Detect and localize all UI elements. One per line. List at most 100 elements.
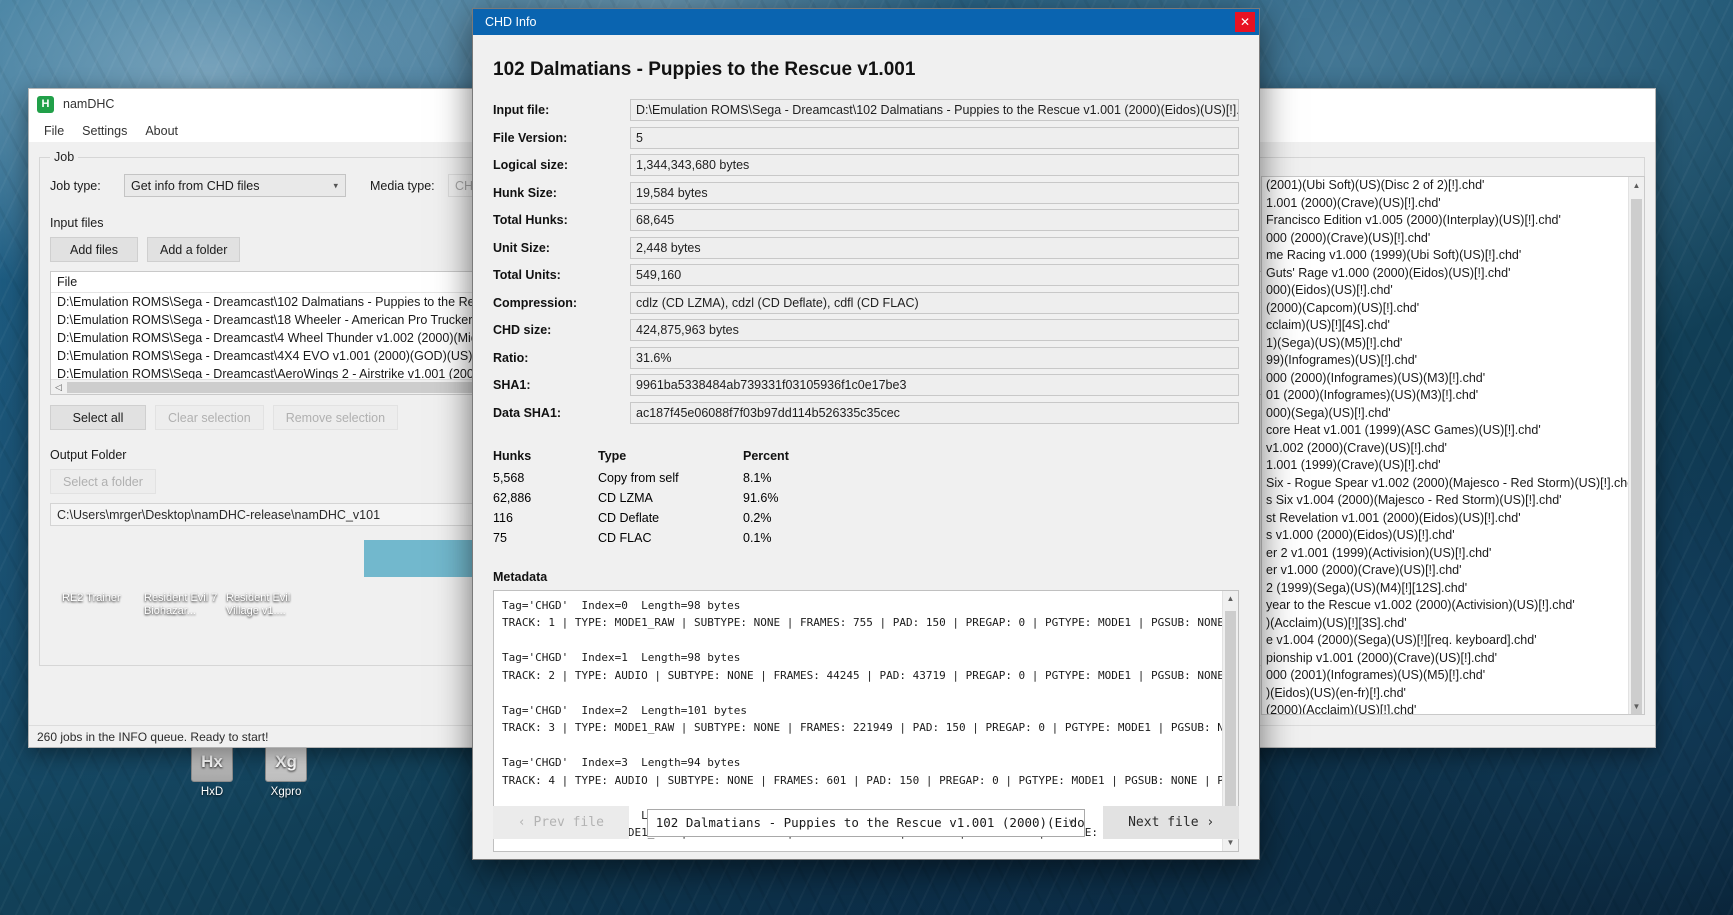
field-value[interactable]: cdlz (CD LZMA), cdzl (CD Deflate), cdfl … xyxy=(630,291,1239,314)
list-item[interactable]: 000)(Eidos)(US)[!].chd' xyxy=(1262,282,1644,300)
clear-selection-button[interactable]: Clear selection xyxy=(155,405,264,430)
list-item[interactable]: (2000)(Capcom)(US)[!].chd' xyxy=(1262,300,1644,318)
field-total-units: Total Units: 549,160 xyxy=(493,264,1239,286)
running-app-item[interactable]: RE2 Trainer xyxy=(62,592,138,618)
chd-info-title: CHD Info xyxy=(485,15,537,29)
field-input-file: Input file: D:\Emulation ROMS\Sega - Dre… xyxy=(493,99,1239,121)
list-item[interactable]: 1.001 (1999)(Crave)(US)[!].chd' xyxy=(1262,457,1644,475)
job-group-legend: Job xyxy=(54,150,75,164)
list-item[interactable]: 2 (1999)(Sega)(US)(M4)[!][12S].chd' xyxy=(1262,580,1644,598)
list-item[interactable]: )(Acclaim)(US)[!][3S].chd' xyxy=(1262,615,1644,633)
field-label: Input file: xyxy=(493,103,550,117)
list-item[interactable]: year to the Rescue v1.002 (2000)(Activis… xyxy=(1262,597,1644,615)
field-value[interactable]: 19,584 bytes xyxy=(630,181,1239,204)
scrollbar-thumb[interactable] xyxy=(67,381,487,393)
column-header-type: Type xyxy=(598,448,627,463)
scrollbar-thumb[interactable] xyxy=(1225,610,1236,811)
scroll-left-icon[interactable]: ◁ xyxy=(51,382,66,393)
menu-settings[interactable]: Settings xyxy=(73,122,136,140)
select-folder-button[interactable]: Select a folder xyxy=(50,469,156,494)
namdhc-app-icon: H xyxy=(37,95,54,113)
chd-info-titlebar[interactable]: CHD Info ✕ xyxy=(473,9,1259,35)
field-value[interactable]: 1,344,343,680 bytes xyxy=(630,154,1239,176)
next-file-button[interactable]: Next file › xyxy=(1103,806,1239,839)
list-item[interactable]: core Heat v1.001 (1999)(ASC Games)(US)[!… xyxy=(1262,422,1644,440)
scroll-up-icon[interactable]: ▲ xyxy=(1629,177,1644,193)
field-sha1: SHA1: 9961ba5338484ab739331f03105936f1c0… xyxy=(493,374,1239,396)
list-item[interactable]: 000 (2000)(Infogrames)(US)(M3)[!].chd' xyxy=(1262,370,1644,388)
job-type-label: Job type: xyxy=(50,178,101,193)
list-item[interactable]: pionship v1.001 (2000)(Crave)(US)[!].chd… xyxy=(1262,650,1644,668)
scrollbar-thumb[interactable] xyxy=(1631,199,1642,714)
table-row: 62,886 CD LZMA 91.6% xyxy=(493,488,1239,508)
list-item[interactable]: 000 (2001)(Infogrames)(US)(M5)[!].chd' xyxy=(1262,667,1644,685)
running-app-item[interactable]: Resident Evil Village v1.... xyxy=(226,592,308,618)
field-value[interactable]: 9961ba5338484ab739331f03105936f1c0e17be3 xyxy=(630,374,1239,396)
file-selector-value: 102 Dalmatians - Puppies to the Rescue v… xyxy=(655,815,1086,830)
field-value[interactable]: 424,875,963 bytes xyxy=(630,319,1239,341)
cell-hunks: 5,568 xyxy=(493,470,525,485)
add-files-button[interactable]: Add files xyxy=(50,237,138,262)
desktop-icon-xgpro[interactable]: Xg Xgpro xyxy=(240,740,332,799)
list-item[interactable]: 01 (2000)(Infogrames)(US)(M3)[!].chd' xyxy=(1262,387,1644,405)
chevron-down-icon: ∨ xyxy=(1068,817,1075,828)
list-item[interactable]: (2001)(Ubi Soft)(US)(Disc 2 of 2)[!].chd… xyxy=(1262,177,1644,195)
list-item[interactable]: er 2 v1.001 (1999)(Activision)(US)[!].ch… xyxy=(1262,545,1644,563)
list-item[interactable]: 000 (2000)(Crave)(US)[!].chd' xyxy=(1262,230,1644,248)
list-item[interactable]: Six - Rogue Spear v1.002 (2000)(Majesco … xyxy=(1262,475,1644,493)
list-item[interactable]: )(Eidos)(US)(en-fr)[!].chd' xyxy=(1262,685,1644,703)
list-item[interactable]: s v1.000 (2000)(Eidos)(US)[!].chd' xyxy=(1262,527,1644,545)
log-vertical-scrollbar[interactable]: ▲ ▼ xyxy=(1628,177,1644,714)
list-item[interactable]: 99)(Infogrames)(US)[!].chd' xyxy=(1262,352,1644,370)
file-selector-combo[interactable]: 102 Dalmatians - Puppies to the Rescue v… xyxy=(646,808,1086,837)
field-value[interactable]: 5 xyxy=(630,126,1239,149)
list-item[interactable]: me Racing v1.000 (1999)(Ubi Soft)(US)[!]… xyxy=(1262,247,1644,265)
field-value[interactable]: 68,645 xyxy=(630,209,1239,231)
table-header-row: Hunks Type Percent xyxy=(493,446,1239,466)
field-value[interactable]: 549,160 xyxy=(630,264,1239,286)
field-label: Total Hunks: xyxy=(493,213,568,227)
field-label: Logical size: xyxy=(493,158,569,172)
list-item[interactable]: v1.002 (2000)(Crave)(US)[!].chd' xyxy=(1262,440,1644,458)
menu-file[interactable]: File xyxy=(35,122,73,140)
list-item[interactable]: cclaim)(US)[!][4S].chd' xyxy=(1262,317,1644,335)
field-file-version: File Version: 5 xyxy=(493,126,1239,149)
add-folder-button[interactable]: Add a folder xyxy=(147,237,241,262)
list-item[interactable]: Francisco Edition v1.005 (2000)(Interpla… xyxy=(1262,212,1644,230)
page-title: 102 Dalmatians - Puppies to the Rescue v… xyxy=(493,59,916,80)
list-item[interactable]: 1)(Sega)(US)(M5)[!].chd' xyxy=(1262,335,1644,353)
hunk-breakdown-table: Hunks Type Percent 5,568 Copy from self … xyxy=(493,446,1239,548)
list-item[interactable]: Guts' Rage v1.000 (2000)(Eidos)(US)[!].c… xyxy=(1262,265,1644,283)
job-type-combo[interactable]: Get info from CHD files ▾ xyxy=(124,174,346,197)
select-all-button[interactable]: Select all xyxy=(50,405,146,430)
remove-selection-button[interactable]: Remove selection xyxy=(272,405,399,430)
job-log-list[interactable]: (2001)(Ubi Soft)(US)(Disc 2 of 2)[!].chd… xyxy=(1261,176,1645,715)
chd-info-body: 102 Dalmatians - Puppies to the Rescue v… xyxy=(473,35,1259,859)
close-icon[interactable]: ✕ xyxy=(1235,12,1255,32)
menu-about[interactable]: About xyxy=(136,122,187,140)
field-value[interactable]: 31.6% xyxy=(630,346,1239,369)
field-chd-size: CHD size: 424,875,963 bytes xyxy=(493,319,1239,341)
status-text: 260 jobs in the INFO queue. Ready to sta… xyxy=(37,729,269,744)
cell-percent: 8.1% xyxy=(743,470,772,485)
field-value[interactable]: D:\Emulation ROMS\Sega - Dreamcast\102 D… xyxy=(630,99,1239,121)
scroll-down-icon[interactable]: ▼ xyxy=(1629,698,1644,714)
list-item[interactable]: er v1.000 (2000)(Crave)(US)[!].chd' xyxy=(1262,562,1644,580)
list-item[interactable]: st Revelation v1.001 (2000)(Eidos)(US)[!… xyxy=(1262,510,1644,528)
column-header-hunks: Hunks xyxy=(493,448,532,463)
field-value[interactable]: ac187f45e06088f7f03b97dd114b526335c35cec xyxy=(630,401,1239,424)
field-label: File Version: xyxy=(493,130,568,145)
scroll-up-icon[interactable]: ▲ xyxy=(1223,591,1238,607)
running-app-item[interactable]: Resident Evil 7 Biohazar... xyxy=(144,592,220,618)
list-item[interactable]: 1.001 (2000)(Crave)(US)[!].chd' xyxy=(1262,195,1644,213)
list-item[interactable]: (2000)(Acclaim)(US)[!].chd' xyxy=(1262,702,1644,714)
field-total-hunks: Total Hunks: 68,645 xyxy=(493,209,1239,231)
list-item[interactable]: 000)(Sega)(US)[!].chd' xyxy=(1262,405,1644,423)
field-label: Unit Size: xyxy=(493,240,550,255)
prev-file-button[interactable]: ‹ Prev file xyxy=(493,806,629,839)
column-header-percent: Percent xyxy=(743,448,789,463)
list-item[interactable]: s Six v1.004 (2000)(Majesco - Red Storm)… xyxy=(1262,492,1644,510)
field-ratio: Ratio: 31.6% xyxy=(493,346,1239,369)
field-value[interactable]: 2,448 bytes xyxy=(630,236,1239,259)
list-item[interactable]: e v1.004 (2000)(Sega)(US)[!][req. keyboa… xyxy=(1262,632,1644,650)
